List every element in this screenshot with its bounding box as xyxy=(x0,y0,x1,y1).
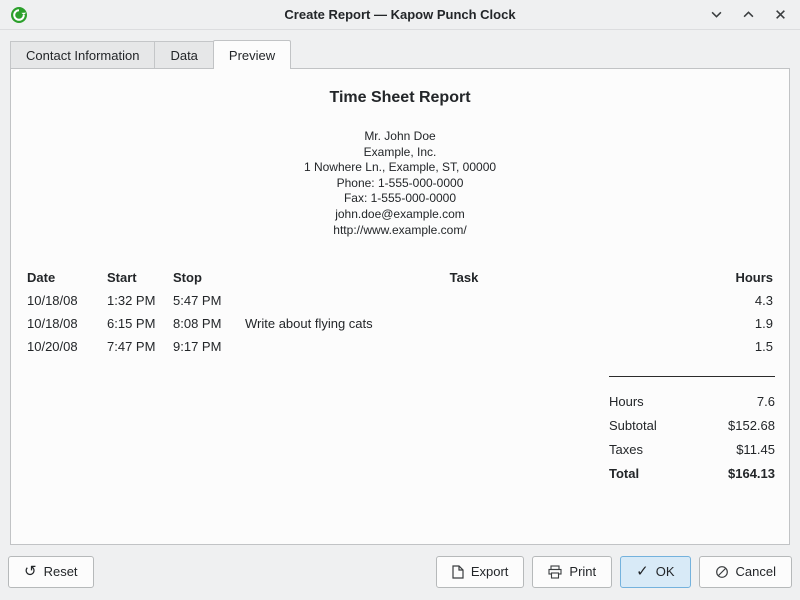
table-header-row: Date Start Stop Task Hours xyxy=(25,266,775,289)
export-button[interactable]: Export xyxy=(436,556,525,588)
col-header-task: Task xyxy=(243,266,685,289)
cancel-button[interactable]: Cancel xyxy=(699,556,792,588)
app-icon xyxy=(10,6,28,24)
cancel-icon xyxy=(715,565,729,579)
reset-label: Reset xyxy=(44,564,78,579)
tab-data[interactable]: Data xyxy=(154,41,213,68)
button-bar: ↺ Reset Export Print ✓ OK Cancel xyxy=(0,545,800,598)
col-header-start: Start xyxy=(105,266,171,289)
preview-panel: Time Sheet Report Mr. John Doe Example, … xyxy=(10,68,790,545)
export-icon xyxy=(452,565,464,579)
print-icon xyxy=(548,565,562,579)
cell-task: Write about flying cats xyxy=(243,312,685,335)
table-row: 10/20/08 7:47 PM 9:17 PM 1.5 xyxy=(25,335,775,358)
contact-line: Mr. John Doe xyxy=(25,129,775,145)
export-label: Export xyxy=(471,564,509,579)
cell-hours: 1.9 xyxy=(685,312,775,335)
totals-label: Hours xyxy=(609,394,644,409)
window-title: Create Report — Kapow Punch Clock xyxy=(0,7,800,22)
totals-value: 7.6 xyxy=(757,394,775,409)
ok-button[interactable]: ✓ OK xyxy=(620,556,690,588)
cell-hours: 1.5 xyxy=(685,335,775,358)
minimize-button[interactable] xyxy=(706,5,726,25)
contact-line: Example, Inc. xyxy=(25,145,775,161)
cell-task xyxy=(243,335,685,358)
ok-label: OK xyxy=(656,564,675,579)
contact-line: john.doe@example.com xyxy=(25,207,775,223)
totals-value: $152.68 xyxy=(728,418,775,433)
cell-date: 10/18/08 xyxy=(25,312,105,335)
cell-start: 1:32 PM xyxy=(105,289,171,312)
totals-label: Taxes xyxy=(609,442,643,457)
window-controls xyxy=(706,5,790,25)
contact-line: 1 Nowhere Ln., Example, ST, 00000 xyxy=(25,160,775,176)
totals-label: Total xyxy=(609,466,639,481)
check-icon: ✓ xyxy=(636,564,649,579)
print-button[interactable]: Print xyxy=(532,556,612,588)
totals-divider xyxy=(609,376,775,377)
col-header-stop: Stop xyxy=(171,266,243,289)
totals-value: $164.13 xyxy=(728,466,775,481)
chevron-down-icon xyxy=(711,9,722,20)
cell-start: 7:47 PM xyxy=(105,335,171,358)
tab-label: Preview xyxy=(229,48,275,63)
col-header-date: Date xyxy=(25,266,105,289)
cancel-label: Cancel xyxy=(736,564,776,579)
close-icon xyxy=(775,9,786,20)
cell-stop: 9:17 PM xyxy=(171,335,243,358)
reset-icon: ↺ xyxy=(24,564,37,579)
totals-row-taxes: Taxes $11.45 xyxy=(609,437,775,461)
totals-row-subtotal: Subtotal $152.68 xyxy=(609,413,775,437)
cell-date: 10/18/08 xyxy=(25,289,105,312)
cell-start: 6:15 PM xyxy=(105,312,171,335)
totals-row-total: Total $164.13 xyxy=(609,461,775,485)
tab-label: Data xyxy=(170,48,197,63)
tab-contact-information[interactable]: Contact Information xyxy=(10,41,155,68)
contact-line: Phone: 1-555-000-0000 xyxy=(25,176,775,192)
cell-stop: 5:47 PM xyxy=(171,289,243,312)
report-title: Time Sheet Report xyxy=(25,89,775,107)
tab-bar: Contact Information Data Preview xyxy=(0,40,800,68)
cell-task xyxy=(243,289,685,312)
totals-value: $11.45 xyxy=(736,442,775,457)
chevron-up-icon xyxy=(743,9,754,20)
titlebar: Create Report — Kapow Punch Clock xyxy=(0,0,800,30)
contact-line: Fax: 1-555-000-0000 xyxy=(25,191,775,207)
table-row: 10/18/08 1:32 PM 5:47 PM 4.3 xyxy=(25,289,775,312)
maximize-button[interactable] xyxy=(738,5,758,25)
totals-label: Subtotal xyxy=(609,418,657,433)
contact-line: http://www.example.com/ xyxy=(25,223,775,239)
contact-block: Mr. John Doe Example, Inc. 1 Nowhere Ln.… xyxy=(25,129,775,238)
totals-block: Hours 7.6 Subtotal $152.68 Taxes $11.45 … xyxy=(609,376,775,485)
cell-stop: 8:08 PM xyxy=(171,312,243,335)
col-header-hours: Hours xyxy=(685,266,775,289)
print-label: Print xyxy=(569,564,596,579)
cell-date: 10/20/08 xyxy=(25,335,105,358)
tab-label: Contact Information xyxy=(26,48,139,63)
totals-row-hours: Hours 7.6 xyxy=(609,389,775,413)
table-row: 10/18/08 6:15 PM 8:08 PM Write about fly… xyxy=(25,312,775,335)
close-button[interactable] xyxy=(770,5,790,25)
timesheet-table: Date Start Stop Task Hours 10/18/08 1:32… xyxy=(25,266,775,358)
reset-button[interactable]: ↺ Reset xyxy=(8,556,94,588)
tab-preview[interactable]: Preview xyxy=(213,40,291,69)
cell-hours: 4.3 xyxy=(685,289,775,312)
